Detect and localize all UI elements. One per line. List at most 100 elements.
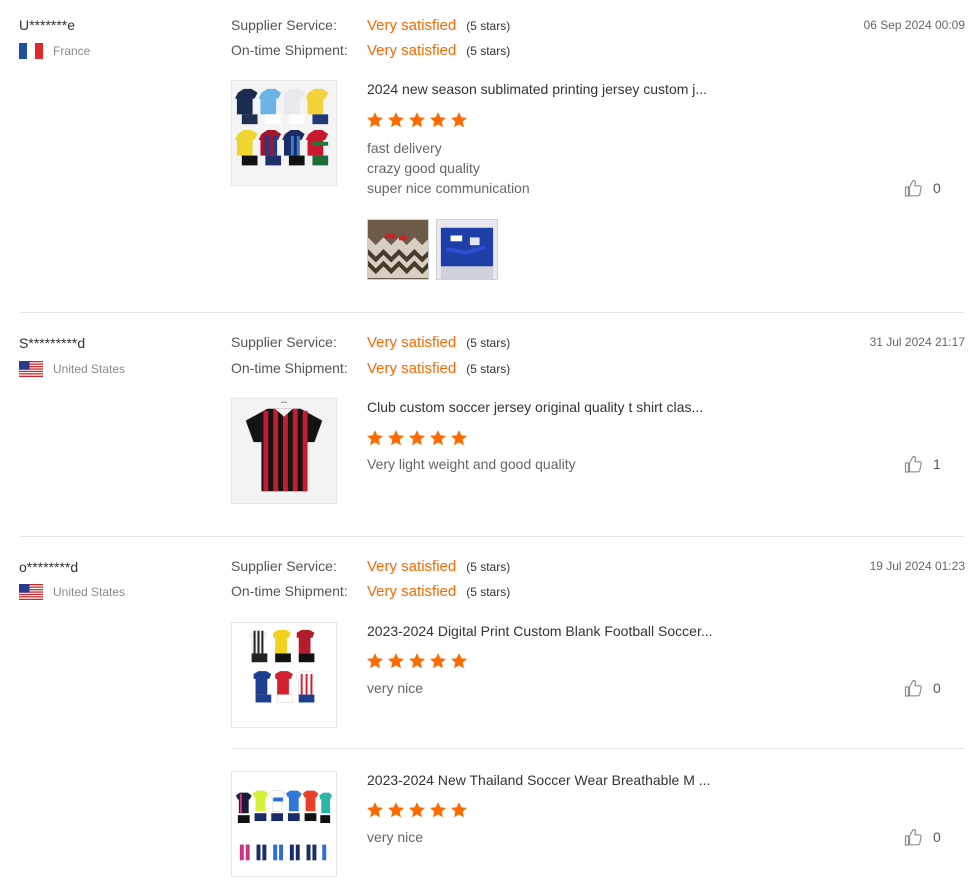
review-comment: very nice bbox=[367, 678, 423, 698]
like-count: 0 bbox=[933, 680, 941, 696]
thumbs-up-icon bbox=[904, 679, 922, 697]
like-count: 1 bbox=[933, 456, 941, 472]
thumbs-up-icon bbox=[904, 179, 922, 197]
product-title[interactable]: 2023-2024 New Thailand Soccer Wear Breat… bbox=[367, 772, 710, 788]
product-thumbnail[interactable] bbox=[231, 771, 337, 877]
product-rating bbox=[366, 429, 468, 447]
rating-value: Very satisfied bbox=[367, 558, 457, 575]
product-thumbnail[interactable] bbox=[231, 398, 337, 504]
reviewer-country: France bbox=[19, 43, 90, 59]
review-date: 31 Jul 2024 21:17 bbox=[869, 335, 965, 349]
rating-label: Supplier Service: bbox=[231, 17, 337, 33]
star-icon bbox=[450, 112, 468, 128]
star-icon bbox=[429, 430, 447, 446]
star-icon bbox=[429, 653, 447, 669]
product-review: 2023-2024 New Thailand Soccer Wear Breat… bbox=[231, 771, 964, 877]
rating-stars-text: (5 stars) bbox=[466, 560, 511, 574]
us-flag-icon bbox=[19, 361, 43, 377]
star-icon bbox=[387, 112, 405, 128]
review-divider bbox=[20, 312, 964, 313]
shipment-rating: On-time Shipment: Very satisfied (5 star… bbox=[231, 42, 510, 59]
shipment-rating: On-time Shipment: Very satisfied (5 star… bbox=[231, 583, 510, 600]
rating-value: Very satisfied bbox=[367, 17, 457, 34]
star-icon bbox=[450, 653, 468, 669]
review-divider bbox=[20, 536, 964, 537]
product-thumbnail[interactable] bbox=[231, 622, 337, 728]
like-button[interactable]: 0 bbox=[903, 178, 941, 198]
review-comment: very nice bbox=[367, 827, 423, 847]
star-icon bbox=[429, 112, 447, 128]
rating-label: Supplier Service: bbox=[231, 558, 337, 574]
comment-line: super nice communication bbox=[367, 180, 530, 196]
review-photo[interactable] bbox=[367, 219, 429, 280]
thumbs-up-icon bbox=[904, 455, 922, 473]
star-icon bbox=[450, 802, 468, 818]
rating-value: Very satisfied bbox=[367, 42, 457, 59]
rating-stars-text: (5 stars) bbox=[466, 362, 511, 376]
rating-stars-text: (5 stars) bbox=[466, 44, 511, 58]
like-count: 0 bbox=[933, 829, 941, 845]
review-comment: Very light weight and good quality bbox=[367, 454, 576, 474]
rating-label: On-time Shipment: bbox=[231, 583, 348, 599]
rating-label: Supplier Service: bbox=[231, 334, 337, 350]
product-divider bbox=[231, 748, 964, 749]
country-name: United States bbox=[53, 362, 126, 376]
star-icon bbox=[408, 112, 426, 128]
rating-stars-text: (5 stars) bbox=[466, 336, 511, 350]
rating-stars-text: (5 stars) bbox=[466, 19, 511, 33]
product-title[interactable]: 2024 new season sublimated printing jers… bbox=[367, 81, 707, 97]
product-title[interactable]: 2023-2024 Digital Print Custom Blank Foo… bbox=[367, 623, 713, 639]
product-review: Club custom soccer jersey original quali… bbox=[231, 398, 964, 506]
review-comment: fast delivery crazy good quality super n… bbox=[367, 138, 530, 198]
thumbs-up-icon bbox=[904, 828, 922, 846]
star-icon bbox=[366, 112, 384, 128]
us-flag-icon bbox=[19, 584, 43, 600]
reviewer-name: U*******e bbox=[19, 17, 76, 33]
like-button[interactable]: 0 bbox=[903, 827, 941, 847]
star-icon bbox=[387, 430, 405, 446]
reviews-page: U*******e France 06 Sep 2024 00:09 Suppl… bbox=[0, 0, 980, 885]
country-name: France bbox=[53, 44, 91, 58]
comment-line: crazy good quality bbox=[367, 160, 480, 176]
review-photo[interactable] bbox=[436, 219, 498, 280]
rating-value: Very satisfied bbox=[367, 583, 457, 600]
star-icon bbox=[366, 802, 384, 818]
star-icon bbox=[408, 653, 426, 669]
star-icon bbox=[366, 430, 384, 446]
shipment-rating: On-time Shipment: Very satisfied (5 star… bbox=[231, 360, 510, 377]
rating-label: On-time Shipment: bbox=[231, 42, 348, 58]
comment-line: fast delivery bbox=[367, 140, 442, 156]
comment-line: Very light weight and good quality bbox=[367, 456, 576, 472]
rating-value: Very satisfied bbox=[367, 360, 457, 377]
country-name: United States bbox=[53, 585, 126, 599]
product-review: 2023-2024 Digital Print Custom Blank Foo… bbox=[231, 622, 964, 728]
reviewer-name: S*********d bbox=[19, 335, 86, 351]
like-count: 0 bbox=[933, 180, 941, 196]
product-title[interactable]: Club custom soccer jersey original quali… bbox=[367, 399, 703, 415]
product-review: 2024 new season sublimated printing jers… bbox=[231, 80, 964, 280]
comment-line: very nice bbox=[367, 829, 424, 845]
product-thumbnail[interactable] bbox=[231, 80, 337, 186]
rating-value: Very satisfied bbox=[367, 334, 457, 351]
product-rating bbox=[366, 111, 468, 129]
review-date: 19 Jul 2024 01:23 bbox=[869, 559, 965, 573]
france-flag-icon bbox=[19, 43, 43, 59]
star-icon bbox=[450, 430, 468, 446]
star-icon bbox=[408, 430, 426, 446]
reviewer-country: United States bbox=[19, 584, 125, 600]
star-icon bbox=[366, 653, 384, 669]
product-rating bbox=[366, 652, 468, 670]
star-icon bbox=[387, 802, 405, 818]
reviewer-name: o********d bbox=[19, 559, 79, 575]
star-icon bbox=[408, 802, 426, 818]
review-date: 06 Sep 2024 00:09 bbox=[863, 18, 965, 32]
rating-label: On-time Shipment: bbox=[231, 360, 348, 376]
like-button[interactable]: 0 bbox=[903, 678, 941, 698]
reviewer-country: United States bbox=[19, 361, 125, 377]
supplier-service-rating: Supplier Service: Very satisfied (5 star… bbox=[231, 334, 510, 351]
supplier-service-rating: Supplier Service: Very satisfied (5 star… bbox=[231, 17, 510, 34]
star-icon bbox=[387, 653, 405, 669]
like-button[interactable]: 1 bbox=[903, 454, 941, 474]
supplier-service-rating: Supplier Service: Very satisfied (5 star… bbox=[231, 558, 510, 575]
comment-line: very nice bbox=[367, 680, 424, 696]
